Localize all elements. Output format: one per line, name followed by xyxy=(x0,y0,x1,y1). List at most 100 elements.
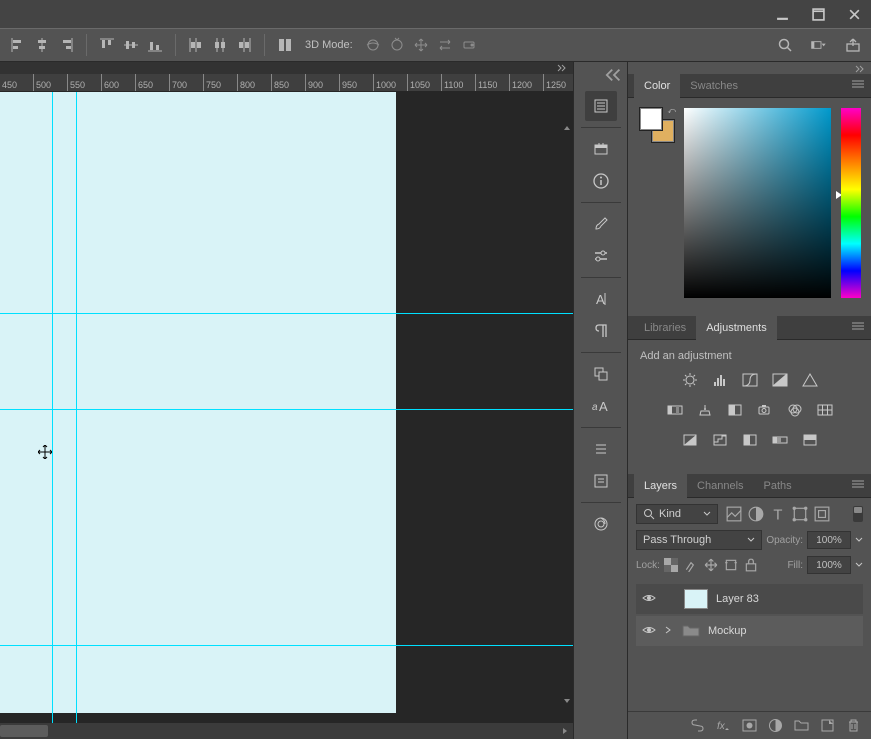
filter-smart-icon[interactable] xyxy=(814,506,830,522)
filter-adjustment-icon[interactable] xyxy=(748,506,764,522)
color-field[interactable] xyxy=(684,108,831,298)
expand-panels-right-icon[interactable] xyxy=(849,62,871,74)
scroll-right-icon[interactable] xyxy=(557,723,573,739)
selective-color-icon[interactable] xyxy=(800,430,820,450)
lock-position-icon[interactable] xyxy=(704,558,718,572)
maximize-button[interactable] xyxy=(807,3,829,25)
distribute-left-icon[interactable] xyxy=(186,35,206,55)
properties-panel-icon[interactable] xyxy=(585,134,617,164)
new-group-icon[interactable] xyxy=(793,718,809,734)
zoom-3d-icon[interactable] xyxy=(459,35,479,55)
align-right-edges-icon[interactable] xyxy=(56,35,76,55)
twisty-icon[interactable] xyxy=(664,625,674,638)
panel-menu-icon[interactable] xyxy=(851,79,865,92)
panel-menu-icon[interactable] xyxy=(851,321,865,334)
filter-pixel-icon[interactable] xyxy=(726,506,742,522)
distribute-right-icon[interactable] xyxy=(234,35,254,55)
distribute-center-icon[interactable] xyxy=(210,35,230,55)
channel-mixer-icon[interactable] xyxy=(785,400,805,420)
delete-layer-icon[interactable] xyxy=(845,718,861,734)
tab-libraries[interactable]: Libraries xyxy=(634,316,696,340)
blend-mode-dropdown[interactable]: Pass Through xyxy=(636,530,762,550)
history-panel-icon[interactable] xyxy=(585,91,617,121)
close-button[interactable] xyxy=(843,3,865,25)
canvas-viewport[interactable] xyxy=(0,92,573,723)
photo-filter-icon[interactable] xyxy=(755,400,775,420)
posterize-icon[interactable] xyxy=(710,430,730,450)
expand-panels-icon[interactable] xyxy=(601,64,627,89)
tab-paths[interactable]: Paths xyxy=(754,474,802,498)
curves-icon[interactable] xyxy=(740,370,760,390)
brush-settings-panel-icon[interactable] xyxy=(585,241,617,271)
foreground-swatch[interactable] xyxy=(640,108,662,130)
tab-layers[interactable]: Layers xyxy=(634,474,687,498)
lock-all-icon[interactable] xyxy=(744,558,758,572)
slide-3d-icon[interactable] xyxy=(435,35,455,55)
search-icon[interactable] xyxy=(775,35,795,55)
vibrance-icon[interactable] xyxy=(800,370,820,390)
gradient-map-icon[interactable] xyxy=(770,430,790,450)
orbit-3d-icon[interactable] xyxy=(363,35,383,55)
layer-row[interactable]: Layer 83 xyxy=(636,584,863,614)
align-horizontal-centers-icon[interactable] xyxy=(32,35,52,55)
info-panel-icon[interactable] xyxy=(585,166,617,196)
lock-artboard-icon[interactable] xyxy=(724,558,738,572)
chevron-down-icon[interactable] xyxy=(855,534,863,546)
tab-channels[interactable]: Channels xyxy=(687,474,753,498)
exposure-icon[interactable] xyxy=(770,370,790,390)
lock-pixels-icon[interactable] xyxy=(684,558,698,572)
minimize-button[interactable] xyxy=(771,3,793,25)
horizontal-guide[interactable] xyxy=(0,409,573,410)
timeline-panel-icon[interactable] xyxy=(585,509,617,539)
layer-thumbnail[interactable] xyxy=(684,589,708,609)
layer-style-icon[interactable]: fx xyxy=(715,718,731,734)
color-balance-icon[interactable] xyxy=(695,400,715,420)
horizontal-ruler[interactable]: 4505005506006507007508008509009501000105… xyxy=(0,74,573,92)
align-vertical-centers-icon[interactable] xyxy=(121,35,141,55)
swap-colors-icon[interactable]: ⤺ xyxy=(667,106,676,116)
share-icon[interactable] xyxy=(843,35,863,55)
pan-3d-icon[interactable] xyxy=(411,35,431,55)
panel-menu-icon[interactable] xyxy=(851,479,865,492)
chevron-down-icon[interactable] xyxy=(855,559,863,571)
tab-adjustments[interactable]: Adjustments xyxy=(696,316,777,340)
scroll-up-icon[interactable] xyxy=(561,122,573,134)
notes-panel-icon[interactable] xyxy=(585,466,617,496)
layer-mask-icon[interactable] xyxy=(741,718,757,734)
layer-name[interactable]: Layer 83 xyxy=(716,593,759,605)
invert-icon[interactable] xyxy=(680,430,700,450)
black-white-icon[interactable] xyxy=(725,400,745,420)
fill-field[interactable]: 100% xyxy=(807,556,851,574)
layer-row[interactable]: Mockup xyxy=(636,616,863,646)
scroll-down-icon[interactable] xyxy=(561,695,573,707)
tab-color[interactable]: Color xyxy=(634,74,680,98)
vertical-guide[interactable] xyxy=(52,92,53,723)
filter-kind-dropdown[interactable]: Kind xyxy=(636,504,718,524)
hue-slider[interactable] xyxy=(841,108,861,298)
scrollbar-thumb[interactable] xyxy=(0,725,48,737)
vertical-scrollbar[interactable] xyxy=(561,122,573,707)
brightness-contrast-icon[interactable] xyxy=(680,370,700,390)
auto-align-icon[interactable] xyxy=(275,35,295,55)
paragraph-panel-icon[interactable] xyxy=(585,316,617,346)
threshold-icon[interactable] xyxy=(740,430,760,450)
align-left-edges-icon[interactable] xyxy=(8,35,28,55)
horizontal-guide[interactable] xyxy=(0,645,573,646)
levels-icon[interactable] xyxy=(710,370,730,390)
color-lookup-icon[interactable] xyxy=(815,400,835,420)
brushes-panel-icon[interactable] xyxy=(585,209,617,239)
lock-transparency-icon[interactable] xyxy=(664,558,678,572)
visibility-toggle-icon[interactable] xyxy=(642,625,656,638)
opacity-field[interactable]: 100% xyxy=(807,531,851,549)
align-bottom-edges-icon[interactable] xyxy=(145,35,165,55)
screen-mode-icon[interactable] xyxy=(805,35,833,55)
horizontal-guide[interactable] xyxy=(0,313,573,314)
layer-name[interactable]: Mockup xyxy=(708,625,747,637)
link-layers-icon[interactable] xyxy=(689,718,705,734)
align-top-edges-icon[interactable] xyxy=(97,35,117,55)
filter-toggle[interactable] xyxy=(853,506,863,522)
filter-type-icon[interactable]: T xyxy=(770,506,786,522)
clone-source-panel-icon[interactable] xyxy=(585,359,617,389)
hue-saturation-icon[interactable] xyxy=(665,400,685,420)
tab-swatches[interactable]: Swatches xyxy=(680,74,748,98)
